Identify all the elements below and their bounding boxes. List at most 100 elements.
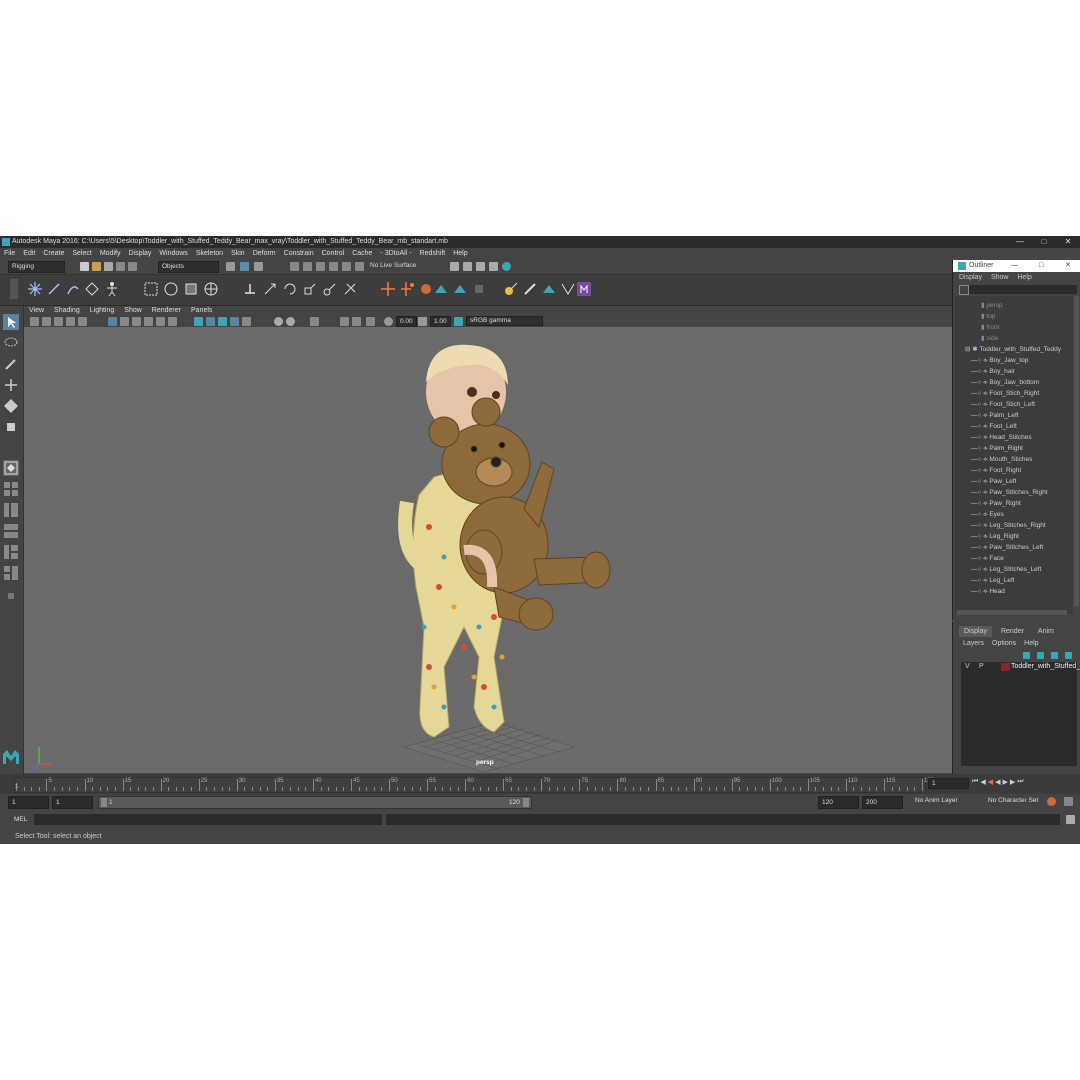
constrain-aim-icon[interactable] [262, 281, 278, 297]
step-back-frame-icon[interactable]: ◀ [988, 778, 993, 786]
depth-of-field-icon[interactable] [310, 317, 319, 326]
outliner-item[interactable]: —○ ⟡ Paw_Stitches_Right [971, 487, 1048, 498]
outliner-item[interactable]: —○ ⟡ Leg_Left [971, 575, 1015, 586]
new-layer-selected-icon[interactable] [1065, 652, 1072, 659]
ik-handle-icon[interactable] [46, 281, 62, 297]
time-ruler[interactable]: 1 51015202530354045505560657075808590951… [14, 777, 934, 793]
hypershade-icon[interactable] [502, 262, 511, 271]
gamma-icon[interactable] [418, 317, 427, 326]
wrap-deformer-icon[interactable] [433, 281, 449, 297]
menu-modify[interactable]: Modify [96, 248, 125, 259]
playback-end-field[interactable]: 120 [818, 796, 859, 809]
perspective-viewport[interactable]: persp [24, 327, 952, 773]
outliner-maximize-icon[interactable]: □ [1039, 260, 1043, 272]
script-language-toggle[interactable]: MEL [14, 816, 27, 823]
gamma-field[interactable]: 1.00 [430, 316, 451, 327]
outliner-item[interactable]: —○ ⟡ Leg_Stitches_Right [971, 520, 1046, 531]
redo-icon[interactable] [128, 262, 137, 271]
paint-select-icon[interactable] [3, 356, 19, 372]
mode-dropdown[interactable]: Rigging [8, 261, 65, 273]
menu-display[interactable]: Display [124, 248, 155, 259]
range-end-handle[interactable] [523, 798, 529, 807]
range-start-handle[interactable] [101, 798, 107, 807]
render-view-icon[interactable] [489, 262, 498, 271]
animation-preferences-icon[interactable] [1064, 797, 1073, 806]
playback-start-field[interactable]: 1 [52, 796, 93, 809]
rotate-tool-icon[interactable] [3, 398, 19, 414]
locator-icon[interactable] [380, 281, 396, 297]
close-icon[interactable]: ✕ [1056, 236, 1080, 248]
go-to-end-icon[interactable]: ⏭ [1017, 778, 1023, 786]
wire-deformer-icon[interactable] [452, 281, 468, 297]
outliner-item[interactable]: —○ ⟡ Boy_hair [971, 366, 1015, 377]
save-scene-icon[interactable] [104, 262, 113, 271]
menu-select[interactable]: Select [68, 248, 95, 259]
menu-control[interactable]: Control [318, 248, 349, 259]
move-tool-icon[interactable] [3, 377, 19, 393]
image-plane-icon[interactable] [66, 317, 75, 326]
layer-tab-render[interactable]: Render [992, 626, 1033, 637]
menu-skeleton[interactable]: Skeleton [192, 248, 227, 259]
exposure-icon[interactable] [384, 317, 393, 326]
layer-tab-display[interactable]: Display [959, 626, 992, 637]
textured-icon[interactable] [144, 317, 153, 326]
layer-name[interactable]: Toddler_with_Stuffed_ [1011, 662, 1080, 672]
outliner-layout-icon[interactable] [3, 565, 19, 581]
outliner-item[interactable]: —○ ⟡ Paw_Left [971, 476, 1016, 487]
constrain-orient-icon[interactable] [282, 281, 298, 297]
menu-constrain[interactable]: Constrain [280, 248, 318, 259]
backface-icon[interactable] [230, 317, 239, 326]
lattice-icon[interactable] [203, 281, 219, 297]
go-to-start-icon[interactable]: ⏮ [972, 778, 978, 786]
live-surface-label[interactable]: No Live Surface [370, 262, 416, 269]
menu-skin[interactable]: Skin [227, 248, 249, 259]
outliner-camera-persp[interactable]: ▮ persp [981, 300, 1003, 311]
bookmark-icon[interactable] [54, 317, 63, 326]
layer-menu-layers[interactable]: Layers [963, 639, 992, 649]
range-slider[interactable]: 1 120 [98, 796, 532, 809]
lights-icon[interactable] [156, 317, 165, 326]
outliner-item[interactable]: —○ ⟡ Head [971, 586, 1005, 597]
color-management-icon[interactable] [454, 317, 463, 326]
persp-outliner-layout-icon[interactable] [3, 502, 19, 518]
undo-icon[interactable] [116, 262, 125, 271]
layer-menu-help[interactable]: Help [1024, 639, 1038, 649]
render-settings-icon[interactable] [450, 262, 459, 271]
select-object-icon[interactable] [240, 262, 249, 271]
outliner-filter-icon[interactable] [959, 285, 969, 295]
constrain-scale-icon[interactable] [302, 281, 318, 297]
outliner-item[interactable]: —○ ⟡ Foot_Stich_Right [971, 388, 1039, 399]
menu-file[interactable]: File [0, 248, 19, 259]
color-space-dropdown[interactable]: sRGB gamma [466, 316, 543, 326]
isolate-select-icon[interactable] [194, 317, 203, 326]
outliner-item[interactable]: —○ ⟡ Foot_Right [971, 465, 1021, 476]
current-frame-field[interactable]: 1 [928, 778, 969, 789]
outliner-item[interactable]: —○ ⟡ Foot_Left [971, 421, 1017, 432]
menu-edit[interactable]: Edit [19, 248, 39, 259]
smooth-bind-icon[interactable] [163, 281, 179, 297]
outliner-item[interactable]: —○ ⟡ Head_Stitches [971, 432, 1032, 443]
motion-blur-icon[interactable] [274, 317, 283, 326]
outliner-item[interactable]: —○ ⟡ Mouth_Stiches [971, 454, 1032, 465]
anti-alias-icon[interactable] [286, 317, 295, 326]
ik-spline-icon[interactable] [65, 281, 81, 297]
layer-playback-toggle[interactable]: P [979, 662, 984, 672]
exposure-field[interactable]: 0.00 [396, 316, 417, 327]
resolution-gate-icon[interactable] [352, 317, 361, 326]
outliner-menu-show[interactable]: Show [988, 273, 1012, 283]
sculpt-deformer-icon[interactable] [471, 281, 487, 297]
persp-graph-layout-icon[interactable] [3, 523, 19, 539]
step-forward-key-icon[interactable]: ▶ [1010, 778, 1015, 786]
select-tool-icon[interactable] [3, 314, 19, 330]
outliner-item[interactable]: —○ ⟡ Foot_Stich_Left [971, 399, 1035, 410]
bind-skin-icon[interactable] [143, 281, 159, 297]
auto-key-icon[interactable] [1047, 797, 1056, 806]
camera-attributes-icon[interactable] [42, 317, 51, 326]
soft-mod-icon[interactable] [503, 281, 519, 297]
move-layer-up-icon[interactable] [1023, 652, 1030, 659]
menu-help[interactable]: Help [449, 248, 471, 259]
snap-point-icon[interactable] [316, 262, 325, 271]
wireframe-on-shaded-icon[interactable] [132, 317, 141, 326]
outliner-item[interactable]: —○ ⟡ Boy_Jaw_bottom [971, 377, 1039, 388]
script-editor-icon[interactable] [1066, 815, 1075, 824]
